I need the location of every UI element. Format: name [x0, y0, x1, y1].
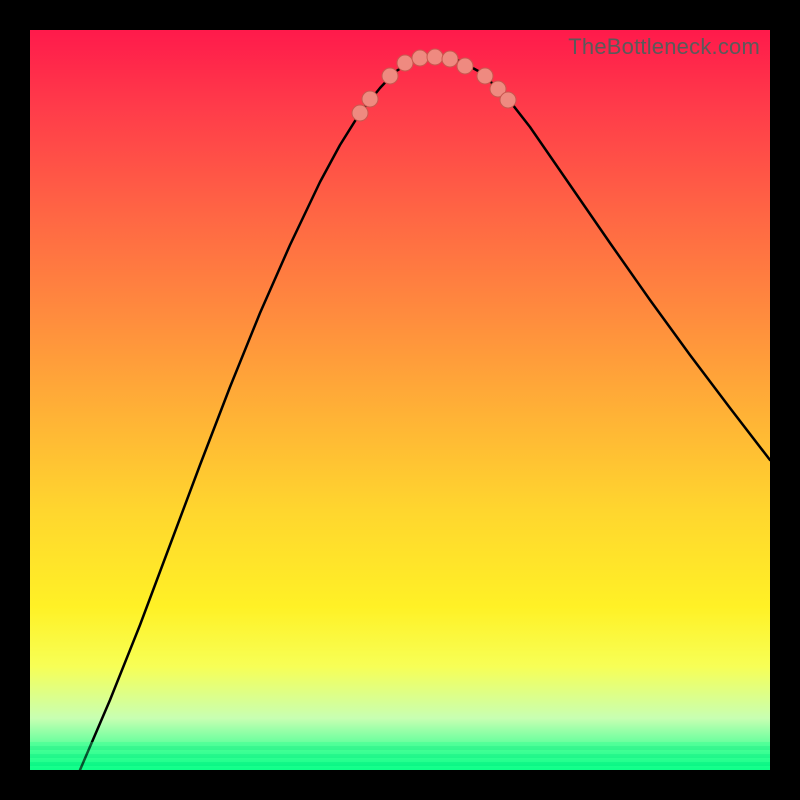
- chart-frame: TheBottleneck.com: [30, 30, 770, 770]
- curve-marker: [477, 68, 493, 84]
- curve-marker: [412, 50, 428, 66]
- curve-marker: [500, 92, 516, 108]
- bottleneck-curve-path: [80, 57, 770, 770]
- marker-group: [352, 49, 516, 121]
- curve-marker: [352, 105, 368, 121]
- curve-marker: [382, 68, 398, 84]
- bottleneck-curve-svg: [30, 30, 770, 770]
- curve-marker: [442, 51, 458, 67]
- curve-marker: [427, 49, 443, 65]
- curve-marker: [397, 55, 413, 71]
- curve-marker: [457, 58, 473, 74]
- curve-marker: [362, 91, 378, 107]
